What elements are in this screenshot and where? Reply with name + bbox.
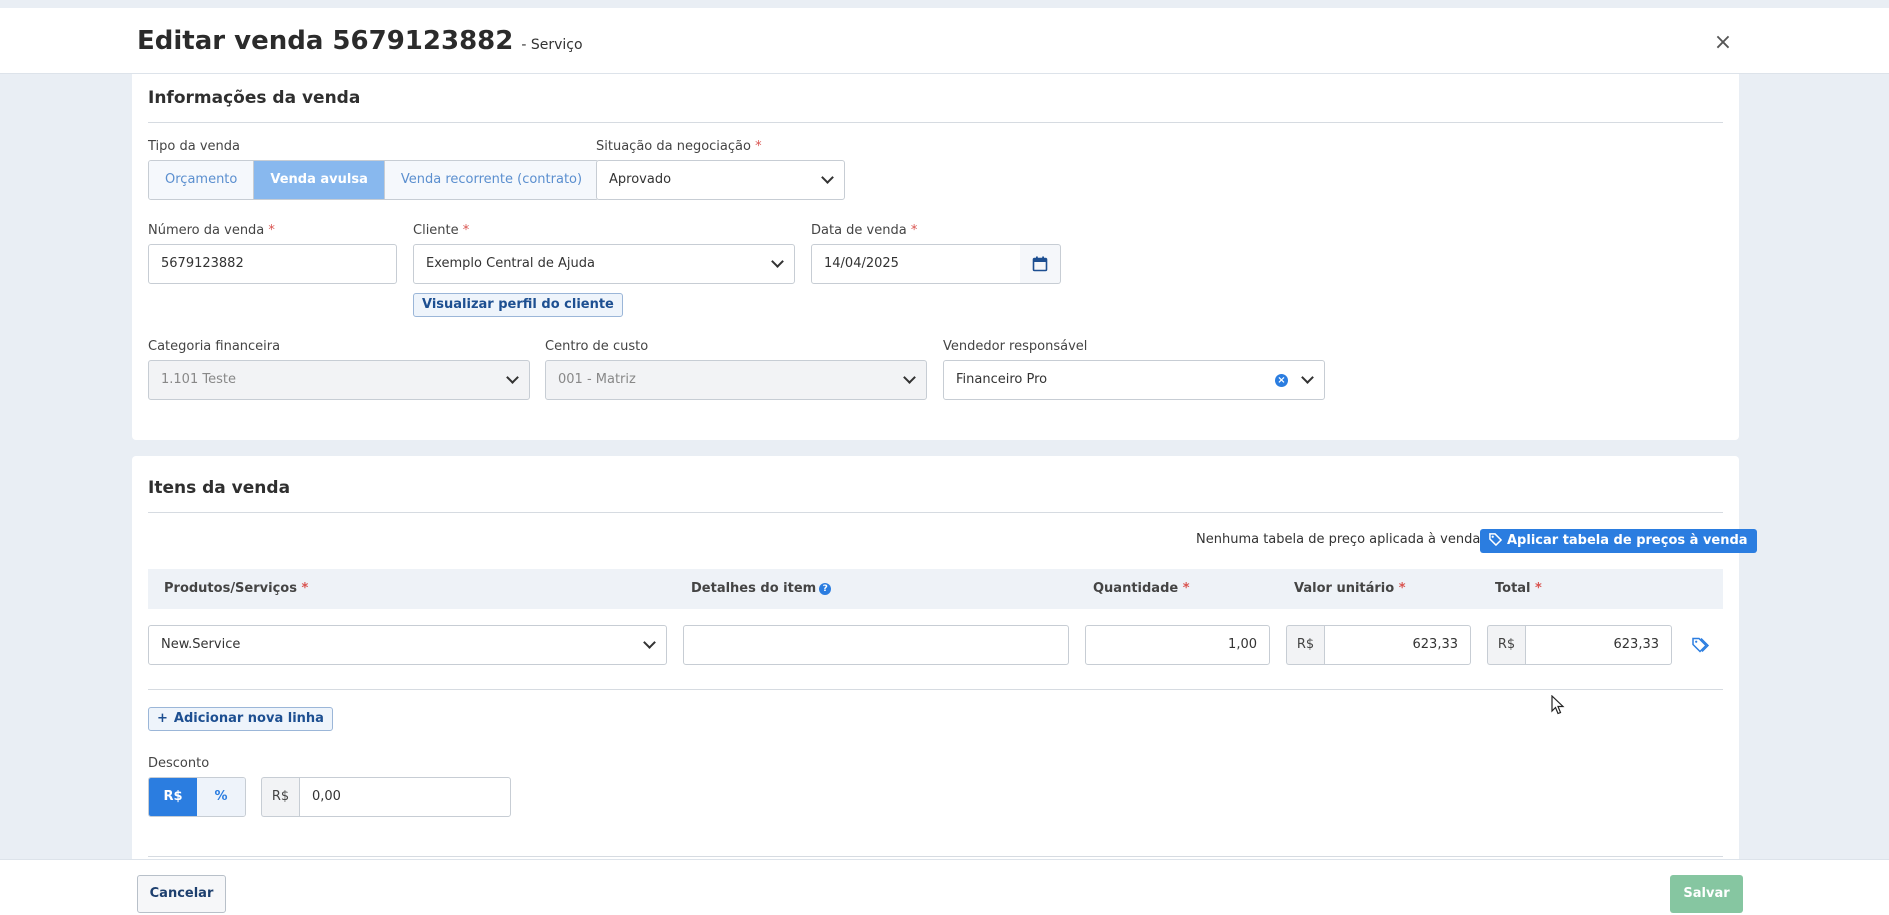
- discount-type-segmented: R$ %: [148, 777, 246, 817]
- divider: [148, 856, 1723, 857]
- sale-date-value: 14/04/2025: [824, 256, 899, 271]
- save-button[interactable]: Salvar: [1670, 875, 1743, 913]
- col-unit-value: Valor unitário *: [1294, 581, 1406, 596]
- items-table-header: Produtos/Serviços * Detalhes do item? Qu…: [148, 569, 1723, 609]
- item-details-input[interactable]: [683, 625, 1069, 665]
- col-product: Produtos/Serviços *: [164, 581, 308, 596]
- sale-info-title: Informações da venda: [148, 88, 361, 108]
- sale-date-label-text: Data de venda: [811, 223, 907, 238]
- negotiation-value: Aprovado: [609, 172, 672, 187]
- negotiation-label-text: Situação da negociação: [596, 139, 751, 154]
- sale-number-value: 5679123882: [161, 256, 244, 271]
- col-product-text: Produtos/Serviços: [164, 581, 297, 596]
- required-mark: *: [462, 223, 470, 238]
- sale-type-option-recorrente[interactable]: Venda recorrente (contrato): [384, 161, 599, 199]
- sale-number-label: Número da venda *: [148, 223, 275, 238]
- chevron-down-icon: [821, 171, 834, 184]
- sale-type-option-orcamento[interactable]: Orçamento: [149, 161, 255, 199]
- sale-number-input[interactable]: 5679123882: [148, 244, 397, 284]
- help-icon[interactable]: ?: [819, 583, 832, 595]
- chevron-down-icon: [903, 371, 916, 384]
- tag-icon: [1489, 533, 1503, 547]
- page-title-text: Editar venda 5679123882: [137, 26, 514, 56]
- seller-value: Financeiro Pro: [956, 372, 1048, 387]
- apply-price-table-label: Aplicar tabela de preços à venda: [1507, 533, 1748, 548]
- col-unit-value-text: Valor unitário: [1294, 581, 1395, 596]
- calendar-icon: [1032, 256, 1048, 272]
- chevron-down-icon: [771, 255, 784, 268]
- sale-type-segmented: Orçamento Venda avulsa Venda recorrente …: [148, 160, 600, 200]
- required-mark: *: [268, 223, 275, 238]
- plus-icon: +: [157, 711, 168, 726]
- price-table-note: Nenhuma tabela de preço aplicada à venda…: [1196, 532, 1485, 547]
- page-title: Editar venda 5679123882 - Serviço: [137, 26, 583, 56]
- chevron-down-icon: [643, 636, 656, 649]
- required-mark: *: [910, 223, 918, 238]
- col-total-text: Total: [1495, 581, 1531, 596]
- client-value: Exemplo Central de Ajuda: [426, 256, 595, 271]
- cancel-button[interactable]: Cancelar: [137, 875, 226, 913]
- chevron-down-icon: [506, 371, 519, 384]
- sale-type-label: Tipo da venda: [148, 139, 240, 154]
- category-value: 1.101 Teste: [161, 372, 236, 387]
- client-select[interactable]: Exemplo Central de Ajuda: [413, 244, 795, 284]
- tag-icon[interactable]: [1692, 637, 1710, 653]
- product-value: New.Service: [161, 637, 241, 652]
- col-details: Detalhes do item?: [691, 581, 832, 596]
- close-icon[interactable]: ×: [1710, 30, 1736, 56]
- required-mark: *: [301, 581, 309, 596]
- col-total: Total *: [1495, 581, 1542, 596]
- quantity-input[interactable]: 1,00: [1085, 625, 1270, 665]
- seller-label: Vendedor responsável: [943, 339, 1088, 354]
- negotiation-label: Situação da negociação *: [596, 139, 762, 154]
- chevron-down-icon: [1301, 371, 1314, 384]
- mouse-cursor-icon: [1551, 695, 1565, 715]
- discount-currency-addon: R$: [261, 777, 299, 817]
- page-subtitle: - Serviço: [521, 37, 583, 53]
- col-quantity: Quantidade *: [1093, 581, 1190, 596]
- currency-addon: R$: [1487, 625, 1525, 665]
- discount-label: Desconto: [148, 756, 210, 771]
- seller-select[interactable]: Financeiro Pro ×: [943, 360, 1325, 400]
- category-select[interactable]: 1.101 Teste: [148, 360, 530, 400]
- required-mark: *: [755, 139, 762, 154]
- discount-input[interactable]: 0,00: [299, 777, 511, 817]
- total-input[interactable]: 623,33: [1525, 625, 1672, 665]
- client-label-text: Cliente: [413, 223, 459, 238]
- client-label: Cliente *: [413, 223, 469, 238]
- required-mark: *: [1535, 581, 1542, 596]
- cost-center-value: 001 - Matriz: [558, 372, 636, 387]
- sale-items-card: Itens da venda Nenhuma tabela de preço a…: [132, 456, 1757, 859]
- sale-date-input[interactable]: 14/04/2025: [811, 244, 1022, 284]
- discount-type-currency[interactable]: R$: [149, 778, 197, 816]
- negotiation-select[interactable]: Aprovado: [596, 160, 845, 200]
- sale-number-label-text: Número da venda: [148, 223, 265, 238]
- divider: [148, 512, 1723, 513]
- sale-info-card: Informações da venda Tipo da venda Orçam…: [132, 74, 1739, 440]
- sale-items-title: Itens da venda: [148, 478, 291, 498]
- product-select[interactable]: New.Service: [148, 625, 667, 665]
- cost-center-label: Centro de custo: [545, 339, 649, 354]
- cost-center-select[interactable]: 001 - Matriz: [545, 360, 927, 400]
- unit-value-input[interactable]: 623,33: [1324, 625, 1471, 665]
- col-details-text: Detalhes do item: [691, 581, 817, 596]
- divider: [148, 122, 1723, 123]
- client-profile-button[interactable]: Visualizar perfil do cliente: [413, 293, 623, 317]
- currency-addon: R$: [1286, 625, 1324, 665]
- required-mark: *: [1398, 581, 1406, 596]
- discount-type-percent[interactable]: %: [197, 778, 245, 816]
- add-line-button[interactable]: + Adicionar nova linha: [148, 707, 333, 731]
- modal-header: Editar venda 5679123882 - Serviço ×: [0, 8, 1889, 74]
- clear-icon[interactable]: ×: [1275, 374, 1288, 387]
- apply-price-table-button[interactable]: Aplicar tabela de preços à venda: [1480, 529, 1757, 553]
- sale-date-label: Data de venda *: [811, 223, 917, 238]
- add-line-label: Adicionar nova linha: [173, 711, 324, 726]
- sale-type-option-avulsa[interactable]: Venda avulsa: [254, 161, 385, 199]
- calendar-button[interactable]: [1020, 244, 1061, 284]
- category-label: Categoria financeira: [148, 339, 281, 354]
- divider: [148, 689, 1723, 690]
- modal-footer: Cancelar Salvar: [0, 859, 1889, 915]
- col-quantity-text: Quantidade: [1093, 581, 1179, 596]
- required-mark: *: [1182, 581, 1190, 596]
